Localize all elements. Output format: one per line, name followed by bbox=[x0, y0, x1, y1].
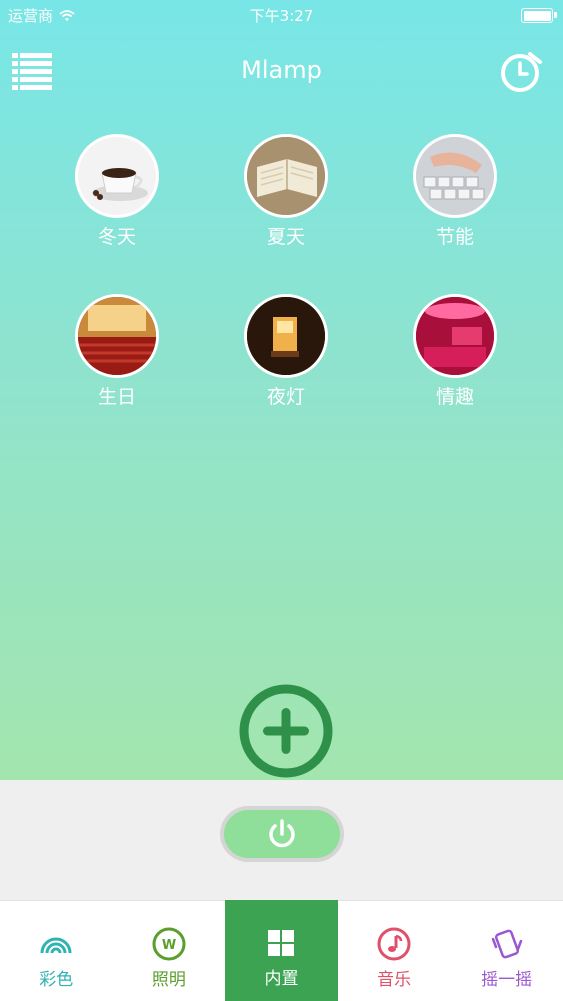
timer-clock-icon[interactable] bbox=[499, 48, 545, 94]
scene-night-light[interactable]: 夜灯 bbox=[236, 294, 336, 409]
scene-birthday[interactable]: 生日 bbox=[67, 294, 167, 409]
scene-romance[interactable]: 情趣 bbox=[405, 294, 505, 409]
tab-label: 摇一摇 bbox=[481, 970, 533, 990]
tab-shake[interactable]: 摇一摇 bbox=[450, 901, 563, 1001]
scene-energy-saving[interactable]: 节能 bbox=[405, 134, 505, 249]
rainbow-icon bbox=[40, 937, 72, 954]
add-scene-button[interactable] bbox=[239, 684, 333, 778]
scene-label: 冬天 bbox=[97, 226, 136, 248]
tab-label: 照明 bbox=[151, 970, 186, 990]
w-circle-icon: W bbox=[152, 927, 186, 961]
tab-builtin[interactable]: 内置 bbox=[225, 900, 338, 1001]
keyboard-image bbox=[413, 134, 497, 218]
tab-music[interactable]: 音乐 bbox=[338, 901, 451, 1001]
scene-label: 情趣 bbox=[435, 386, 474, 408]
tab-color[interactable]: 彩色 bbox=[0, 901, 113, 1001]
app-title: Mlamp bbox=[241, 56, 322, 84]
battery-icon bbox=[521, 8, 557, 23]
scene-label: 夏天 bbox=[266, 226, 305, 248]
coffee-cup-image bbox=[75, 134, 159, 218]
lamp-image bbox=[244, 294, 328, 378]
scene-label: 夜灯 bbox=[266, 386, 305, 408]
phone-shake-icon bbox=[491, 929, 522, 959]
scene-label: 生日 bbox=[97, 386, 136, 408]
tab-label: 音乐 bbox=[377, 970, 412, 990]
tab-bar: 彩色 W 照明 内置 音乐 摇一摇 bbox=[0, 900, 563, 1001]
theater-image bbox=[75, 294, 159, 378]
pink-room-image bbox=[413, 294, 497, 378]
music-note-icon bbox=[377, 927, 411, 961]
svg-text:W: W bbox=[162, 938, 176, 953]
scene-winter[interactable]: 冬天 bbox=[67, 134, 167, 249]
scene-label: 节能 bbox=[435, 226, 474, 248]
status-bar: 运营商 下午3:27 bbox=[0, 0, 563, 30]
tab-label: 内置 bbox=[264, 969, 299, 989]
power-icon bbox=[269, 819, 295, 848]
grid-icon bbox=[268, 930, 295, 956]
status-time: 下午3:27 bbox=[249, 7, 314, 25]
power-button[interactable] bbox=[220, 806, 344, 862]
tab-lighting[interactable]: W 照明 bbox=[113, 901, 226, 1001]
tab-label: 彩色 bbox=[39, 970, 74, 990]
scene-screen: 运营商 下午3:27 Mlamp 冬天 夏天 节能 生日 夜灯 情趣 bbox=[0, 0, 563, 780]
scene-summer[interactable]: 夏天 bbox=[236, 134, 336, 249]
open-book-image bbox=[244, 134, 328, 218]
